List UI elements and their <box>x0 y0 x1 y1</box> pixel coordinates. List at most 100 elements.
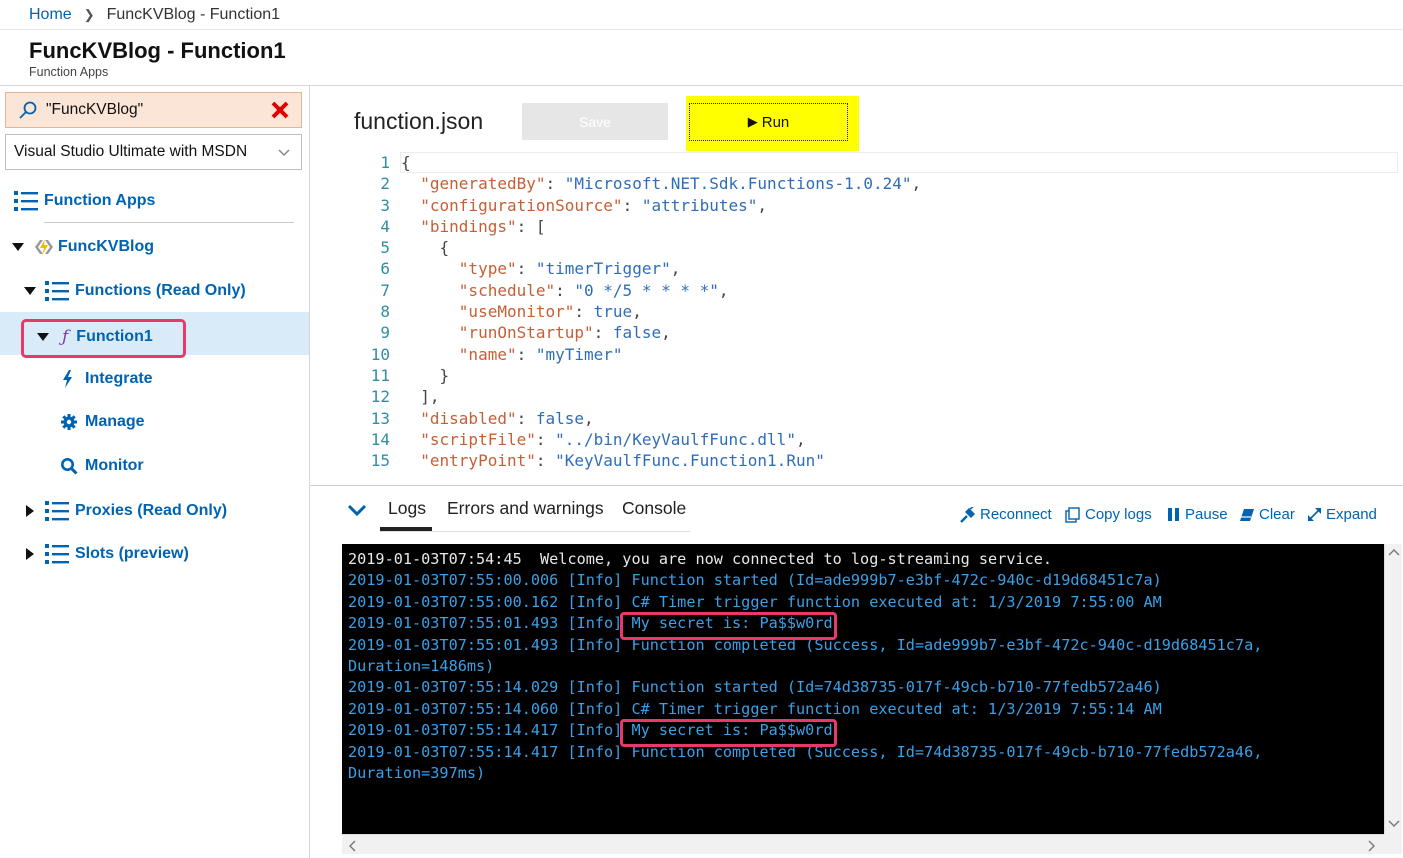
json-punctuation: , <box>911 174 922 194</box>
code-text: { <box>401 237 450 258</box>
search-input[interactable]: "FuncKVBlog" <box>46 101 269 119</box>
scrollbar-corner <box>1384 834 1402 854</box>
sidebar-item-label: Manage <box>85 413 145 430</box>
list-icon <box>14 191 38 211</box>
subscription-value: Visual Studio Ultimate with MSDN <box>14 143 248 160</box>
run-button[interactable]: ▶ Run <box>689 103 848 141</box>
log-console[interactable]: Duration=397ms) 2019-01-03T07:55:14.417 [… <box>342 544 1384 834</box>
list-icon <box>45 501 69 521</box>
json-punctuation: : <box>516 408 536 428</box>
sidebar-item-funckvblog[interactable]: FuncKVBlog <box>11 237 154 257</box>
sidebar-item-integrate[interactable]: Integrate <box>60 369 153 389</box>
tab-errors-and-warnings[interactable]: Errors and warnings <box>447 498 604 527</box>
sidebar-item-function1[interactable]: ƒ Function1 <box>36 327 153 347</box>
list-icon <box>45 544 69 564</box>
page-header: FuncKVBlog - Function1 Function Apps <box>0 30 1403 86</box>
reconnect-button[interactable]: Reconnect <box>960 506 1052 523</box>
clear-label: Clear <box>1259 506 1295 523</box>
code-line: 1{ <box>364 152 1398 173</box>
chevron-right-icon: ❯ <box>83 6 95 22</box>
caret-down-icon[interactable] <box>23 284 37 298</box>
scroll-left-icon[interactable] <box>348 840 356 852</box>
code-line: 12 ], <box>364 386 1398 407</box>
caret-right-icon[interactable] <box>23 547 37 561</box>
json-value: "0 */5 * * * *" <box>574 280 719 300</box>
run-button-label: Run <box>761 113 790 131</box>
code-line: 13 "disabled": false, <box>364 408 1398 429</box>
json-punctuation: : <box>622 195 642 215</box>
json-key: "schedule" <box>458 280 556 300</box>
sidebar-item-manage[interactable]: Manage <box>60 413 145 431</box>
caret-down-icon[interactable] <box>11 240 25 254</box>
line-number: 1 <box>380 153 390 172</box>
horizontal-scrollbar[interactable] <box>342 834 1384 854</box>
sidebar-item-monitor[interactable]: Monitor <box>60 457 144 475</box>
function-app-icon <box>35 239 53 255</box>
code-editor[interactable]: 1{2 "generatedBy": "Microsoft.NET.Sdk.Fu… <box>364 152 1398 482</box>
annotation-box <box>620 612 837 640</box>
panel-splitter[interactable] <box>310 485 1403 486</box>
caret-right-icon[interactable] <box>23 504 37 518</box>
tab-logs[interactable]: Logs <box>380 498 432 531</box>
code-text: { <box>401 152 411 173</box>
sidebar-item-label: Monitor <box>85 457 144 474</box>
sidebar-item-label: Function Apps <box>44 192 156 209</box>
code-line: 2 "generatedBy": "Microsoft.NET.Sdk.Func… <box>364 173 1398 194</box>
line-number: 12 <box>370 387 390 407</box>
code-text: } <box>401 365 450 386</box>
code-text: "disabled": false, <box>401 408 593 429</box>
sidebar-item-slots[interactable]: Slots (preview) <box>23 543 189 565</box>
scroll-up-icon[interactable] <box>1388 548 1400 556</box>
json-value: "myTimer" <box>535 344 623 364</box>
search-icon <box>19 101 37 119</box>
line-number: 4 <box>380 216 390 236</box>
breadcrumb-home-link[interactable]: Home <box>29 6 72 24</box>
json-key: "bindings" <box>420 216 517 236</box>
json-key: "useMonitor" <box>458 302 575 322</box>
expand-button[interactable]: Expand <box>1307 506 1377 523</box>
json-punctuation <box>401 196 420 215</box>
line-number: 6 <box>380 259 390 279</box>
sidebar-item-functions[interactable]: Functions (Read Only) <box>23 280 246 302</box>
json-punctuation <box>401 430 420 449</box>
json-key: "disabled" <box>420 408 517 428</box>
json-punctuation: : <box>545 174 565 194</box>
tabs-underline <box>380 531 690 532</box>
breadcrumb: Home ❯ FuncKVBlog - Function1 <box>0 0 1403 30</box>
line-number: 13 <box>370 408 390 428</box>
json-punctuation: { <box>401 153 411 172</box>
sidebar-item-function-apps[interactable]: Function Apps <box>14 190 155 212</box>
pause-icon <box>1168 508 1179 521</box>
code-text: "scriptFile": "../bin/KeyVaulfFunc.dll", <box>401 429 805 450</box>
json-punctuation <box>401 259 459 278</box>
line-number: 11 <box>370 365 390 385</box>
close-icon[interactable] <box>269 99 291 121</box>
annotation-box <box>620 719 837 747</box>
chevron-down-icon[interactable] <box>347 502 367 518</box>
json-key: "configurationSource" <box>420 195 623 215</box>
scroll-down-icon[interactable] <box>1388 820 1400 828</box>
json-key: "entryPoint" <box>420 451 536 471</box>
sidebar-item-label: Slots (preview) <box>75 545 189 562</box>
search-icon <box>61 458 78 475</box>
breadcrumb-current: FuncKVBlog - Function1 <box>106 5 281 23</box>
clear-button[interactable]: Clear <box>1239 506 1295 523</box>
sidebar-item-proxies[interactable]: Proxies (Read Only) <box>23 500 227 522</box>
tab-console[interactable]: Console <box>622 498 686 527</box>
gear-icon <box>61 414 77 430</box>
json-punctuation <box>401 174 420 193</box>
json-punctuation: ], <box>401 387 440 407</box>
json-value: false <box>612 323 662 343</box>
json-punctuation: { <box>401 238 450 258</box>
code-text: "useMonitor": true, <box>401 301 642 322</box>
caret-down-icon[interactable] <box>36 330 50 344</box>
copy-logs-button[interactable]: Copy logs <box>1065 506 1152 523</box>
json-key: "runOnStartup" <box>458 323 594 343</box>
vertical-scrollbar[interactable] <box>1384 544 1402 834</box>
log-line: Duration=397ms) <box>348 764 486 782</box>
scroll-right-icon[interactable] <box>1368 840 1376 852</box>
save-button[interactable]: Save <box>522 103 668 140</box>
pause-button[interactable]: Pause <box>1167 506 1228 523</box>
search-box[interactable]: "FuncKVBlog" <box>5 92 302 128</box>
subscription-select[interactable]: Visual Studio Ultimate with MSDN <box>5 134 302 170</box>
